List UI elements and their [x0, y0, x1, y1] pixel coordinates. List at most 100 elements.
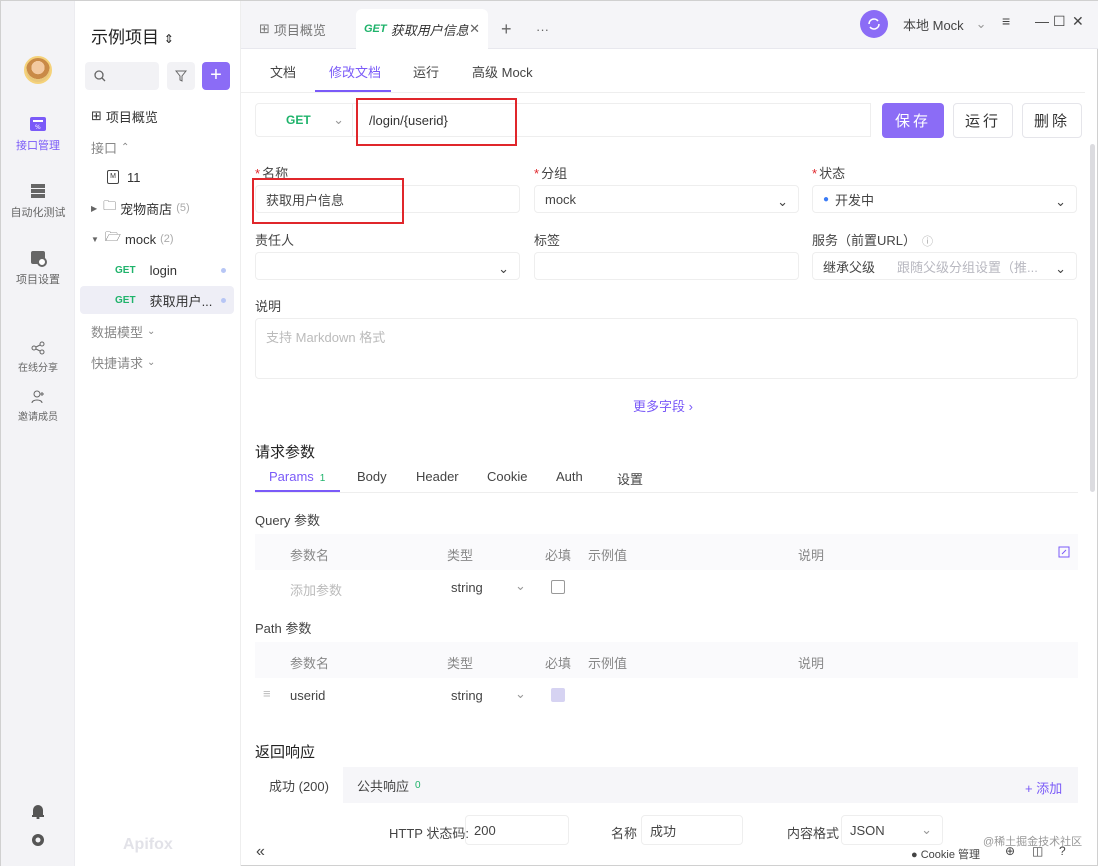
caret-down-icon: ▼: [91, 234, 99, 244]
tab-auth[interactable]: Auth: [556, 469, 583, 484]
cookie-icon: ●: [911, 849, 918, 861]
run-button[interactable]: 运行: [953, 103, 1013, 138]
tab-cookie[interactable]: Cookie: [487, 469, 527, 484]
tree-item-get-user-info[interactable]: GET 获取用户...: [80, 286, 234, 314]
window-close-icon[interactable]: ✕: [1072, 13, 1084, 30]
maximize-icon[interactable]: ☐: [1053, 13, 1066, 30]
chevron-down-icon: ⌄: [515, 686, 526, 701]
avatar[interactable]: [24, 56, 52, 84]
tags-input[interactable]: [534, 252, 799, 280]
sort-toggle-icon: ⇕: [163, 32, 174, 46]
tab-overview[interactable]: ⊞ 项目概览: [259, 9, 326, 49]
group-select[interactable]: mock ⌄: [534, 185, 799, 213]
rail-item-automation-test[interactable]: 自动化测试: [1, 182, 75, 220]
chevron-down-icon: ⌄: [777, 194, 788, 209]
description-label: 说明: [255, 299, 282, 314]
cookie-manager-button[interactable]: ● Cookie 管理: [911, 846, 980, 862]
service-select[interactable]: 继承父级 跟随父级分组设置（推... ⌄: [812, 252, 1077, 280]
tab-header[interactable]: Header: [416, 469, 459, 484]
chevron-down-icon: ⌄: [921, 822, 932, 837]
rail-item-project-settings[interactable]: 项目设置: [1, 249, 75, 287]
tree-item-login[interactable]: GET login: [80, 256, 234, 284]
close-icon[interactable]: ✕: [469, 21, 480, 37]
tab-body[interactable]: Body: [357, 469, 387, 484]
tab-success-200[interactable]: 成功 (200): [255, 767, 343, 803]
chevron-down-icon: ⌄: [147, 325, 156, 337]
rail-item-api-management[interactable]: % 接口管理: [1, 115, 75, 153]
sync-button[interactable]: [860, 10, 888, 38]
api-tree-panel: 示例项目 ⇕ + ⊞ 项目概览 接口 ⌃ M 11 ▶ 🗀 宠物商店 (5) ▼ 🗁 m…: [75, 1, 241, 866]
rail-item-share[interactable]: 在线分享: [1, 341, 75, 374]
chevron-down-icon: ⌄: [1055, 194, 1066, 209]
menu-icon[interactable]: ≡: [1002, 13, 1010, 29]
more-fields-link[interactable]: 更多字段 ›: [633, 396, 693, 415]
tree-item-overview[interactable]: ⊞ 项目概览: [91, 102, 245, 130]
tags-label: 标签: [534, 233, 561, 248]
description-textarea[interactable]: 支持 Markdown 格式: [255, 318, 1078, 379]
tree-group-data-model[interactable]: 数据模型 ⌄: [91, 317, 245, 345]
left-rail: % 接口管理 自动化测试 项目设置 在线分享 邀请成员: [1, 1, 75, 866]
add-param-input[interactable]: 添加参数: [290, 580, 342, 599]
tree-folder-pet-store[interactable]: ▶ 🗀 宠物商店 (5): [91, 194, 245, 222]
tab-settings[interactable]: 设置: [617, 469, 643, 488]
owner-select[interactable]: ⌄: [255, 252, 520, 280]
apifox-logo: Apifox: [123, 836, 173, 853]
tab-common-response[interactable]: 公共响应 0: [343, 767, 435, 803]
project-settings-icon: [31, 251, 47, 267]
status-dot: ●: [823, 193, 830, 205]
subtab-advanced-mock[interactable]: 高级 Mock: [472, 62, 533, 81]
required-checkbox[interactable]: [551, 580, 565, 594]
top-bar: ⊞ 项目概览 GET 获取用户信息 ✕ + ··· 本地 Mock ⌄ ≡ — ☐ ✕: [241, 1, 1098, 49]
chevron-up-icon: ⌃: [121, 141, 130, 153]
status-label: * 状态: [812, 166, 846, 181]
highlight-box: [356, 98, 517, 146]
status-dot: [221, 267, 226, 273]
active-subtab-indicator: [315, 90, 391, 92]
grid-icon: ⊞: [259, 21, 270, 36]
required-checkbox[interactable]: [551, 688, 565, 702]
project-title[interactable]: 示例项目 ⇕: [91, 23, 174, 48]
drag-handle-icon[interactable]: ≡: [263, 686, 271, 701]
path-params-label: Path 参数: [255, 621, 312, 636]
doc-subtabs: 文档 修改文档 运行 高级 Mock: [241, 49, 1085, 93]
subtab-doc[interactable]: 文档: [270, 62, 296, 81]
environment-select[interactable]: 本地 Mock ⌄: [897, 10, 993, 38]
add-response-button[interactable]: + 添加: [1025, 778, 1062, 797]
vertical-scrollbar[interactable]: [1090, 144, 1095, 492]
tab-get-user-info[interactable]: GET 获取用户信息 ✕: [356, 9, 488, 49]
tree-group-api[interactable]: 接口 ⌃: [91, 133, 245, 161]
param-type-select[interactable]: string: [451, 580, 483, 595]
status-select[interactable]: ● 开发中 ⌄: [812, 185, 1077, 213]
tree-group-quick-request[interactable]: 快捷请求 ⌄: [91, 348, 245, 376]
automation-test-icon: [31, 184, 45, 198]
param-name-input[interactable]: userid: [290, 688, 325, 703]
help-icon[interactable]: ⓘ: [922, 236, 933, 248]
add-button[interactable]: +: [202, 62, 230, 90]
api-management-icon: %: [30, 117, 46, 131]
tab-params[interactable]: Params 1: [269, 469, 325, 484]
highlight-box: [252, 178, 404, 224]
more-tabs-icon[interactable]: ···: [536, 9, 549, 49]
folder-icon: 🗀: [103, 198, 117, 213]
param-type-select[interactable]: string: [451, 688, 483, 703]
collapse-sidebar-icon[interactable]: «: [256, 843, 265, 861]
save-button[interactable]: 保存: [882, 103, 944, 138]
method-select[interactable]: GET ⌄: [255, 103, 353, 137]
bulk-edit-icon[interactable]: [1058, 546, 1070, 558]
tree-item-11[interactable]: M 11: [107, 163, 261, 191]
rail-item-invite[interactable]: 邀请成员: [1, 390, 75, 423]
subtab-run[interactable]: 运行: [413, 62, 439, 81]
minimize-icon[interactable]: —: [1035, 13, 1049, 29]
filter-icon: [175, 70, 187, 82]
delete-button[interactable]: 删除: [1022, 103, 1082, 138]
settings-gear-icon[interactable]: [30, 832, 46, 848]
tree-folder-mock[interactable]: ▼ 🗁 mock (2): [91, 225, 245, 253]
query-params-label: Query 参数: [255, 513, 321, 528]
path-table-row: ≡ userid string ⌄: [255, 678, 1078, 712]
tree-search-input[interactable]: [85, 62, 159, 90]
new-tab-button[interactable]: +: [501, 9, 512, 49]
query-table-header: 参数名 类型 必填 示例值 说明: [255, 534, 1078, 570]
filter-button[interactable]: [167, 62, 195, 90]
subtab-edit-doc[interactable]: 修改文档: [329, 62, 381, 81]
notification-bell-icon[interactable]: [30, 803, 46, 819]
